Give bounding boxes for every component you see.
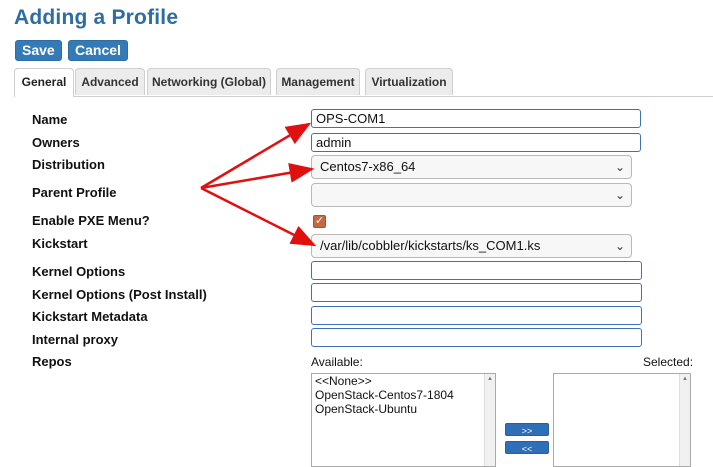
tab-virtualization[interactable]: Virtualization [365,68,453,95]
owners-label: Owners [32,135,80,150]
kernel-options-input[interactable] [311,261,642,280]
tab-management[interactable]: Management [276,68,360,95]
list-item[interactable]: OpenStack-Ubuntu [312,402,495,416]
kickstart-metadata-label: Kickstart Metadata [32,309,148,324]
available-repos-list[interactable]: <<None>> OpenStack-Centos7-1804 OpenStac… [311,373,496,467]
kickstart-metadata-input[interactable] [311,306,642,325]
tab-bar: General Advanced Networking (Global) Man… [14,68,713,97]
available-label: Available: [311,355,363,369]
name-label: Name [32,112,68,127]
scrollbar[interactable]: ▲ [679,374,690,466]
page-title: Adding a Profile [14,6,179,29]
chevron-down-icon: ⌄ [614,239,625,253]
parent-profile-select[interactable]: ⌄ [311,183,632,207]
distribution-select[interactable]: Centos7-x86_64 ⌄ [311,155,632,179]
annotation-arrow-name [200,122,312,190]
add-repo-button[interactable]: >> [505,423,549,436]
remove-repo-button[interactable]: << [505,441,549,454]
name-input[interactable] [311,109,641,128]
scroll-up-icon[interactable]: ▲ [680,374,690,384]
enable-pxe-checkbox[interactable]: ✓ [313,215,326,228]
save-button[interactable]: Save [15,40,62,61]
kickstart-select[interactable]: /var/lib/cobbler/kickstarts/ks_COM1.ks ⌄ [311,234,632,258]
annotation-arrow-distribution [200,162,315,190]
selected-label: Selected: [643,355,694,369]
tab-networking-global[interactable]: Networking (Global) [147,68,271,95]
list-item[interactable]: <<None>> [312,374,495,388]
distribution-label: Distribution [32,157,105,172]
repos-label: Repos [32,354,72,369]
list-item[interactable]: OpenStack-Centos7-1804 [312,388,495,402]
kickstart-value: /var/lib/cobbler/kickstarts/ks_COM1.ks [320,238,541,253]
cancel-button[interactable]: Cancel [68,40,128,61]
kickstart-label: Kickstart [32,236,88,251]
kernel-options-label: Kernel Options [32,264,126,279]
internal-proxy-input[interactable] [311,328,642,347]
chevron-down-icon: ⌄ [614,188,625,202]
tab-advanced[interactable]: Advanced [75,68,145,95]
chevron-down-icon: ⌄ [614,160,625,174]
enable-pxe-label: Enable PXE Menu? [32,213,150,228]
owners-input[interactable] [311,133,641,152]
internal-proxy-label: Internal proxy [32,332,118,347]
kernel-options-post-label: Kernel Options (Post Install) [32,287,207,302]
selected-repos-list[interactable]: ▲ [553,373,691,467]
annotation-arrow-kickstart [200,186,317,247]
distribution-value: Centos7-x86_64 [320,159,416,174]
parent-profile-label: Parent Profile [32,185,117,200]
kernel-options-post-input[interactable] [311,283,642,302]
scroll-up-icon[interactable]: ▲ [485,374,495,384]
tab-divider [14,96,713,97]
scrollbar[interactable]: ▲ [484,374,495,466]
check-icon: ✓ [314,215,325,227]
tab-general[interactable]: General [14,68,74,97]
